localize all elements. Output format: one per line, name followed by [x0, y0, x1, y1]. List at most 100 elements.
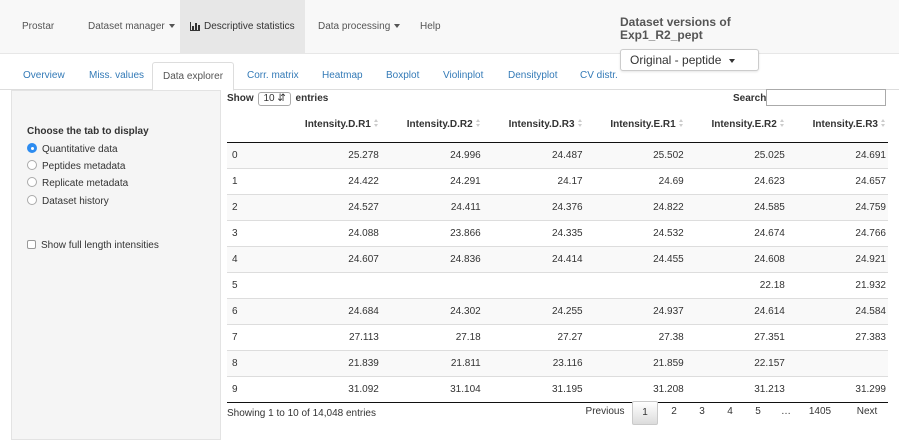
- radio-label: Quantitative data: [42, 144, 118, 155]
- pagination-page-5[interactable]: 5: [748, 401, 768, 425]
- table-cell: 25.278: [279, 141, 381, 168]
- column-header[interactable]: Intensity.D.R1: [279, 108, 381, 143]
- nav-data-processing[interactable]: Data processing: [318, 0, 401, 54]
- dataset-versions-title: Dataset versions of Exp1_R2_pept: [620, 15, 731, 42]
- nav-data-processing-label: Data processing: [318, 21, 391, 32]
- search-input[interactable]: [766, 89, 886, 106]
- table-cell: 24.422: [279, 167, 381, 194]
- table-cell: 27.18: [380, 323, 483, 350]
- radio-quantitative-data[interactable]: Quantitative data: [27, 143, 118, 155]
- table-cell: 25.025: [685, 141, 787, 168]
- sidebar-heading: Choose the tab to display: [27, 126, 149, 137]
- show-entries-control: Show 10 ⇵ entries: [227, 92, 328, 106]
- radio-label: Peptides metadata: [42, 161, 126, 172]
- table-cell: 24.996: [380, 141, 483, 168]
- tab-data-explorer[interactable]: Data explorer: [152, 62, 235, 91]
- table-cell: 31.299: [786, 375, 888, 403]
- tab-corr-matrix[interactable]: Corr. matrix: [247, 62, 299, 90]
- table-cell: 24.335: [482, 219, 585, 246]
- bar-chart-icon: [190, 22, 200, 31]
- nav-descriptive-statistics-label: Descriptive statistics: [204, 21, 295, 32]
- nav-help[interactable]: Help: [420, 0, 441, 54]
- table-row: 2 24.527 24.411 24.376 24.822 24.585 24.759: [227, 193, 888, 220]
- checkbox-label: Show full length intensities: [41, 240, 159, 251]
- sort-icon: [779, 119, 785, 128]
- radio-dataset-history[interactable]: Dataset history: [27, 195, 109, 207]
- nav-dataset-manager-label: Dataset manager: [88, 21, 165, 32]
- pagination-page-1[interactable]: 1: [632, 401, 658, 425]
- radio-unchecked-icon[interactable]: [27, 195, 37, 205]
- nav-descriptive-statistics[interactable]: Descriptive statistics: [180, 0, 305, 54]
- tab-overview[interactable]: Overview: [23, 62, 65, 90]
- row-index-cell: 0: [227, 141, 279, 168]
- pagination-page-3[interactable]: 3: [692, 401, 712, 425]
- tab-densityplot[interactable]: Densityplot: [508, 62, 557, 90]
- nav-dataset-manager[interactable]: Dataset manager: [88, 0, 175, 54]
- checkbox-unchecked-icon[interactable]: [27, 240, 36, 249]
- column-header[interactable]: Intensity.E.R3: [786, 108, 888, 143]
- quantitative-data-table: Intensity.D.R1 Intensity.D.R2 Intensity.…: [227, 108, 888, 403]
- column-header[interactable]: Intensity.E.R2: [685, 108, 787, 143]
- tab-heatmap[interactable]: Heatmap: [322, 62, 363, 90]
- table-cell: 27.38: [584, 323, 686, 350]
- tab-boxplot[interactable]: Boxplot: [386, 62, 419, 90]
- table-cell: 31.195: [482, 375, 585, 403]
- pagination-page-2[interactable]: 2: [664, 401, 684, 425]
- table-cell: 24.487: [482, 141, 585, 168]
- column-header[interactable]: Intensity.D.R2: [380, 108, 483, 143]
- radio-unchecked-icon[interactable]: [27, 177, 37, 187]
- radio-unchecked-icon[interactable]: [27, 160, 37, 170]
- pagination-previous[interactable]: Previous: [583, 401, 627, 425]
- column-header[interactable]: Intensity.E.R1: [584, 108, 686, 143]
- nav-brand[interactable]: Prostar: [22, 0, 54, 54]
- sort-icon: [678, 119, 684, 128]
- table-cell: 27.113: [279, 323, 381, 350]
- table-cell: 31.208: [584, 375, 686, 403]
- pagination-page-1405[interactable]: 1405: [805, 401, 835, 425]
- radio-peptides-metadata[interactable]: Peptides metadata: [27, 160, 125, 172]
- table-cell: 31.213: [685, 375, 787, 403]
- table-cell: 24.937: [584, 297, 686, 324]
- table-cell: 24.607: [279, 245, 381, 272]
- table-cell: 24.527: [279, 193, 381, 220]
- table-cell: 31.092: [279, 375, 381, 403]
- pagination-page-4[interactable]: 4: [720, 401, 740, 425]
- table-row: 7 27.113 27.18 27.27 27.38 27.351 27.383: [227, 323, 888, 350]
- table-cell: 22.18: [685, 271, 787, 298]
- radio-label: Dataset history: [42, 196, 109, 207]
- table-row: 5 22.18 21.932: [227, 271, 888, 298]
- table-cell: 27.27: [482, 323, 585, 350]
- search-label: Search:: [733, 93, 770, 104]
- table-row: 0 25.278 24.996 24.487 25.502 25.025 24.691: [227, 141, 888, 168]
- table-cell: 24.836: [380, 245, 483, 272]
- sort-icon: [373, 119, 379, 128]
- tab-miss-values[interactable]: Miss. values: [89, 62, 144, 90]
- table-row: 4 24.607 24.836 24.414 24.455 24.608 24.921: [227, 245, 888, 272]
- row-index-cell: 1: [227, 167, 279, 194]
- table-cell: 27.383: [786, 323, 888, 350]
- show-label: Show: [227, 93, 254, 104]
- table-cell: 21.811: [380, 349, 483, 376]
- column-header[interactable]: Intensity.D.R3: [482, 108, 585, 143]
- show-full-length-checkbox-row[interactable]: Show full length intensities: [27, 240, 159, 251]
- table-row: 8 21.839 21.811 23.116 21.859 22.157: [227, 349, 888, 376]
- table-cell: 31.104: [380, 375, 483, 403]
- table-cell: 24.623: [685, 167, 787, 194]
- column-header-index[interactable]: [227, 108, 279, 143]
- sidebar-panel: Choose the tab to display Quantitative d…: [11, 90, 221, 440]
- table-cell: [380, 271, 483, 298]
- pagination-next[interactable]: Next: [852, 401, 882, 425]
- table-cell: 24.69: [584, 167, 686, 194]
- table-info: Showing 1 to 10 of 14,048 entries: [227, 408, 376, 419]
- tab-violinplot[interactable]: Violinplot: [443, 62, 483, 90]
- dataset-version-select[interactable]: Original - peptide: [620, 49, 759, 71]
- entries-length-select[interactable]: 10 ⇵: [258, 92, 291, 106]
- table-cell: 24.291: [380, 167, 483, 194]
- tab-cv-distr[interactable]: CV distr.: [580, 62, 618, 90]
- top-navbar: Prostar Dataset manager Descriptive stat…: [0, 0, 899, 54]
- radio-checked-icon[interactable]: [27, 143, 37, 153]
- table-cell: 24.691: [786, 141, 888, 168]
- table-cell: 24.302: [380, 297, 483, 324]
- table-cell: 24.584: [786, 297, 888, 324]
- radio-replicate-metadata[interactable]: Replicate metadata: [27, 177, 128, 189]
